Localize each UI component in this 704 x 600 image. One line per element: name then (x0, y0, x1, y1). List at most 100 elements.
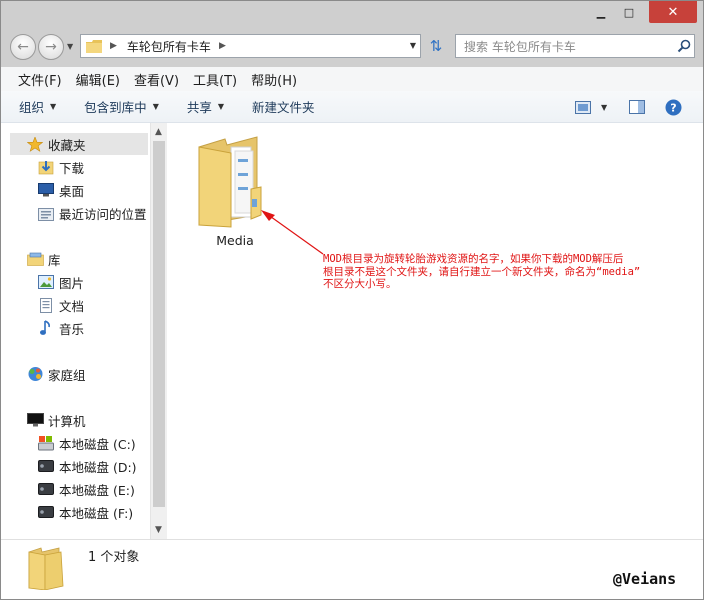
search-input[interactable]: 搜索 车轮包所有卡车 (455, 34, 695, 58)
organize-label: 组织 (19, 100, 45, 115)
change-view-button[interactable]: ▼ (575, 91, 607, 123)
sidebar-item-label: 图片 (59, 275, 85, 291)
documents-icon (37, 297, 55, 313)
sidebar-item-label: 本地磁盘 (E:) (59, 482, 135, 498)
address-path[interactable]: 车轮包所有卡车 (127, 38, 211, 55)
annotation-line: 不区分大小写。 (323, 278, 397, 290)
view-icon (575, 100, 591, 114)
sidebar-item-desktop[interactable]: 桌面 (37, 179, 84, 201)
sidebar-item-homegroup[interactable]: 家庭组 (26, 363, 86, 385)
sidebar-item-label: 本地磁盘 (D:) (59, 459, 137, 475)
scroll-up-icon[interactable]: ▲ (155, 127, 162, 137)
sidebar-item-pictures[interactable]: 图片 (37, 271, 84, 293)
hard-drive-icon (37, 481, 55, 497)
chevron-right-icon[interactable]: ▶ (110, 41, 117, 51)
navigation-bar: ← → ▼ ▶ 车轮包所有卡车 ▶ ▼ ⇅ 搜索 车轮包所有卡车 (1, 29, 703, 65)
share-button[interactable]: 共享 ▼ (187, 97, 224, 116)
help-icon: ? (665, 99, 682, 115)
close-button[interactable]: ✕ (649, 1, 697, 23)
recent-pages-dropdown[interactable]: ▼ (67, 42, 73, 51)
close-icon: ✕ (667, 4, 679, 20)
explorer-window: ▁ □ ✕ ← → ▼ ▶ 车轮包所有卡车 ▶ ▼ ⇅ 搜索 车轮包所有卡车 文… (0, 0, 704, 600)
new-folder-button[interactable]: 新建文件夹 (252, 97, 315, 116)
homegroup-icon (26, 366, 44, 382)
menu-edit[interactable]: 编辑(E) (69, 70, 127, 89)
menu-file[interactable]: 文件(F) (11, 70, 69, 89)
download-folder-icon (37, 159, 55, 175)
arrow-left-icon: ← (17, 39, 29, 55)
navigation-pane: 收藏夹 下载 桌面 最近访问的位置 库 图片 文档 音乐 家庭组 计算机 本地磁… (1, 123, 150, 539)
sidebar-item-label: 本地磁盘 (F:) (59, 505, 134, 521)
annotation-text: MOD根目录为旋转轮胎游戏资源的名字，如果你下载的MOD解压后 根目录不是这个文… (323, 253, 693, 291)
menu-view[interactable]: 查看(V) (127, 70, 186, 89)
preview-pane-icon (629, 100, 645, 114)
computer-icon (26, 412, 44, 428)
system-drive-icon (37, 435, 55, 451)
file-list-area[interactable]: Media MOD根目录为旋转轮胎游戏资源的名字，如果你下载的MOD解压后 根目… (167, 123, 703, 539)
sidebar-item-label: 本地磁盘 (C:) (59, 436, 136, 452)
status-bar: 1 个对象 @Veians (1, 539, 703, 599)
menu-bar: 文件(F) 编辑(E) 查看(V) 工具(T) 帮助(H) (1, 67, 703, 91)
sidebar-item-drive-d[interactable]: 本地磁盘 (D:) (37, 455, 137, 477)
include-in-library-button[interactable]: 包含到库中 ▼ (84, 97, 159, 116)
sidebar-item-libraries[interactable]: 库 (26, 248, 61, 270)
sidebar-item-documents[interactable]: 文档 (37, 294, 84, 316)
include-in-library-label: 包含到库中 (84, 100, 147, 115)
star-icon (26, 136, 44, 152)
menu-help[interactable]: 帮助(H) (244, 70, 304, 89)
search-placeholder: 搜索 车轮包所有卡车 (464, 39, 576, 54)
sidebar-item-music[interactable]: 音乐 (37, 317, 84, 339)
sidebar-item-drive-c[interactable]: 本地磁盘 (C:) (37, 432, 136, 454)
sidebar-item-label: 收藏夹 (48, 137, 86, 153)
watermark-text: @Veians (613, 570, 677, 588)
item-count: 1 个对象 (88, 550, 140, 565)
sidebar-item-computer[interactable]: 计算机 (26, 409, 86, 431)
scroll-down-icon[interactable]: ▼ (155, 525, 162, 535)
annotation-line: MOD根目录为旋转轮胎游戏资源的名字，如果你下载的MOD解压后 (323, 253, 624, 265)
forward-button[interactable]: → (38, 34, 64, 60)
menu-tools[interactable]: 工具(T) (186, 70, 244, 89)
sidebar-item-drive-e[interactable]: 本地磁盘 (E:) (37, 478, 135, 500)
svg-text:?: ? (670, 101, 676, 114)
sidebar-item-label: 家庭组 (48, 367, 86, 383)
minimize-icon: ▁ (596, 5, 606, 19)
library-icon (26, 251, 44, 267)
sidebar-item-label: 桌面 (59, 183, 85, 199)
desktop-icon (37, 182, 55, 198)
sidebar-item-label: 库 (48, 252, 61, 268)
preview-pane-button[interactable] (629, 91, 645, 123)
address-bar[interactable]: ▶ 车轮包所有卡车 ▶ ▼ (80, 34, 421, 58)
organize-button[interactable]: 组织 ▼ (19, 97, 56, 116)
help-button[interactable]: ? (665, 91, 682, 123)
chevron-down-icon[interactable]: ▼ (410, 41, 416, 50)
minimize-button[interactable]: ▁ (587, 1, 615, 23)
scrollbar-thumb[interactable] (153, 141, 165, 507)
recent-places-icon (37, 205, 55, 221)
chevron-down-icon: ▼ (601, 102, 608, 112)
sidebar-item-label: 音乐 (59, 321, 85, 337)
command-toolbar: 组织 ▼ 包含到库中 ▼ 共享 ▼ 新建文件夹 ▼ ? (1, 91, 703, 123)
chevron-down-icon: ▼ (152, 102, 159, 111)
new-folder-label: 新建文件夹 (252, 100, 315, 115)
refresh-button[interactable]: ⇅ (424, 34, 448, 58)
chevron-right-icon[interactable]: ▶ (219, 41, 226, 51)
share-label: 共享 (186, 100, 212, 115)
search-icon[interactable] (674, 36, 694, 56)
sidebar-item-recent-places[interactable]: 最近访问的位置 (37, 202, 147, 224)
chevron-down-icon: ▼ (50, 102, 57, 111)
sidebar-item-downloads[interactable]: 下载 (37, 156, 84, 178)
maximize-button[interactable]: □ (615, 1, 643, 23)
annotation-arrow (261, 210, 324, 255)
pictures-icon (37, 274, 55, 290)
sidebar-item-favorites[interactable]: 收藏夹 (10, 133, 148, 155)
hard-drive-icon (37, 504, 55, 520)
chevron-down-icon: ▼ (217, 102, 225, 111)
sidebar-item-drive-f[interactable]: 本地磁盘 (F:) (37, 501, 133, 523)
maximize-icon: □ (623, 5, 635, 19)
back-button[interactable]: ← (10, 34, 36, 60)
title-bar[interactable]: ▁ □ ✕ (1, 1, 703, 29)
navigation-pane-scrollbar[interactable]: ▲ ▼ (150, 123, 167, 539)
music-note-icon (37, 320, 55, 336)
sidebar-item-label: 下载 (59, 160, 85, 176)
folder-icon (28, 547, 64, 590)
